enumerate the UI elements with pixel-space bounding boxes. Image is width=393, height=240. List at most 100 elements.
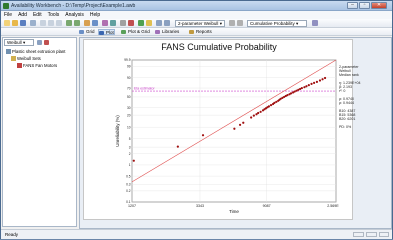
title-bar[interactable]: Availability Workbench - D:\Temp\Project… <box>1 1 392 11</box>
chart-panel: FANS Cumulative Probability 99.9 99 90 70 50… <box>83 39 353 220</box>
y-tick-label: 2 <box>129 152 131 156</box>
analysis-icon[interactable] <box>110 20 116 26</box>
tab-reports[interactable]: Reports <box>189 29 212 35</box>
tree-item-weibull-sets[interactable]: Weibull Sets <box>11 56 41 61</box>
stop-icon[interactable] <box>128 20 134 26</box>
menu-analysis[interactable]: Analysis <box>62 11 87 19</box>
tab-plot[interactable]: Plot <box>98 29 115 35</box>
data-point <box>323 76 327 80</box>
tree-filter-select[interactable]: Weibull ▾ <box>4 39 34 46</box>
tab-libraries-label: Libraries <box>162 29 180 34</box>
results-icon[interactable] <box>146 20 152 26</box>
weibull-set-icon <box>17 63 22 68</box>
probability-plot[interactable]: 99.99990705030201053210.50.30.20.11207 33… <box>114 56 339 214</box>
tab-plot-grid-label: Plot & Grid <box>128 29 150 34</box>
menu-tools[interactable]: Tools <box>45 11 63 19</box>
cut-icon[interactable] <box>40 20 46 26</box>
options-icon[interactable] <box>120 20 126 26</box>
main-toolbar: 2-parameter Weibull ▾ Cumulative Probabi… <box>1 19 392 28</box>
undo-icon[interactable] <box>66 20 72 26</box>
tree-item-fans[interactable]: FANS Fan Motors <box>17 63 57 68</box>
y-tick-label: 99 <box>127 65 131 69</box>
data-point <box>267 105 271 108</box>
y-tick-label: 10 <box>127 125 131 129</box>
y-tick-label: 0.2 <box>126 189 131 193</box>
libraries-icon <box>155 30 160 34</box>
summary-line: PD: 0% <box>339 125 352 129</box>
data-point <box>312 81 316 84</box>
menu-file[interactable]: File <box>1 11 15 19</box>
tree-add-icon[interactable] <box>37 40 42 45</box>
x-axis-label: Time <box>229 209 239 214</box>
status-bar: Ready <box>1 229 392 239</box>
data-point <box>233 127 236 130</box>
tree-filter-value: Weibull <box>7 40 22 45</box>
find-icon[interactable] <box>84 20 90 26</box>
close-button[interactable]: ✕ <box>371 2 387 9</box>
data-point <box>289 92 293 95</box>
minimize-button[interactable]: – <box>347 2 358 9</box>
data-point <box>305 85 308 88</box>
reports-icon <box>189 30 194 34</box>
distribution-select[interactable]: 2-parameter Weibull ▾ <box>175 20 225 27</box>
tab-libraries[interactable]: Libraries <box>155 29 179 35</box>
open-icon[interactable] <box>12 20 18 26</box>
tree-item-plant[interactable]: Plastic sheet extrusion plant <box>6 49 66 54</box>
menu-help[interactable]: Help <box>87 11 103 19</box>
status-indicator <box>379 232 389 237</box>
paste-icon[interactable] <box>56 20 62 26</box>
data-point <box>273 101 276 105</box>
data-point <box>315 80 319 83</box>
zoom-icon[interactable] <box>164 20 170 26</box>
y-tick-label: 1 <box>129 163 131 167</box>
y-tick-label: 20 <box>127 113 131 117</box>
tab-grid[interactable]: Grid <box>79 29 95 35</box>
data-point <box>321 78 324 81</box>
plot-area <box>131 59 337 203</box>
data-point <box>201 134 205 137</box>
results-select-value: Cumulative Probability <box>250 21 295 26</box>
y-tick-label: 5 <box>129 137 131 141</box>
redo-icon[interactable] <box>74 20 80 26</box>
tree-item-fans-label: FANS Fan Motors <box>23 63 58 68</box>
new-icon[interactable] <box>4 20 10 26</box>
view-icon[interactable] <box>156 20 162 26</box>
tree-delete-icon[interactable] <box>44 40 49 45</box>
copy-icon[interactable] <box>48 20 54 26</box>
menu-add[interactable]: Add <box>15 11 30 19</box>
properties-icon[interactable] <box>92 20 98 26</box>
results-select[interactable]: Cumulative Probability ▾ <box>247 20 307 27</box>
fit-settings-icon[interactable] <box>237 20 243 26</box>
data-point <box>176 145 179 148</box>
plot-grid-icon <box>121 30 126 34</box>
run-icon[interactable] <box>138 20 144 26</box>
tab-grid-label: Grid <box>86 29 95 34</box>
print-icon[interactable] <box>30 20 36 26</box>
x-tick-label: 1207 <box>128 204 136 208</box>
data-point <box>252 114 255 117</box>
menu-edit[interactable]: Edit <box>30 11 45 19</box>
data-point <box>286 94 289 97</box>
data-point <box>257 111 260 115</box>
export-icon[interactable] <box>312 20 318 26</box>
save-icon[interactable] <box>20 20 26 26</box>
y-tick-label: 99.9 <box>124 58 130 62</box>
data-point <box>310 82 313 85</box>
tab-plot-label: Plot <box>106 30 114 35</box>
maximize-button[interactable]: ▫ <box>359 2 370 9</box>
y-tick-label: 3 <box>129 145 131 149</box>
menu-bar: File Add Edit Tools Analysis Help <box>1 11 392 19</box>
grid-icon <box>79 30 84 34</box>
data-point <box>293 90 296 93</box>
status-text: Ready <box>5 232 19 237</box>
tab-plot-grid[interactable]: Plot & Grid <box>121 29 150 35</box>
data-point <box>250 116 253 119</box>
data-point <box>275 100 278 103</box>
eta-reference-label: Eta estimator <box>134 87 155 91</box>
application-window: Availability Workbench - D:\Temp\Project… <box>0 0 393 239</box>
fit-options-icon[interactable] <box>229 20 235 26</box>
library-icon[interactable] <box>102 20 108 26</box>
y-tick-label: 0.3 <box>126 183 131 187</box>
chart-title: FANS Cumulative Probability <box>161 42 277 52</box>
tree-item-weibull-sets-label: Weibull Sets <box>17 56 41 61</box>
